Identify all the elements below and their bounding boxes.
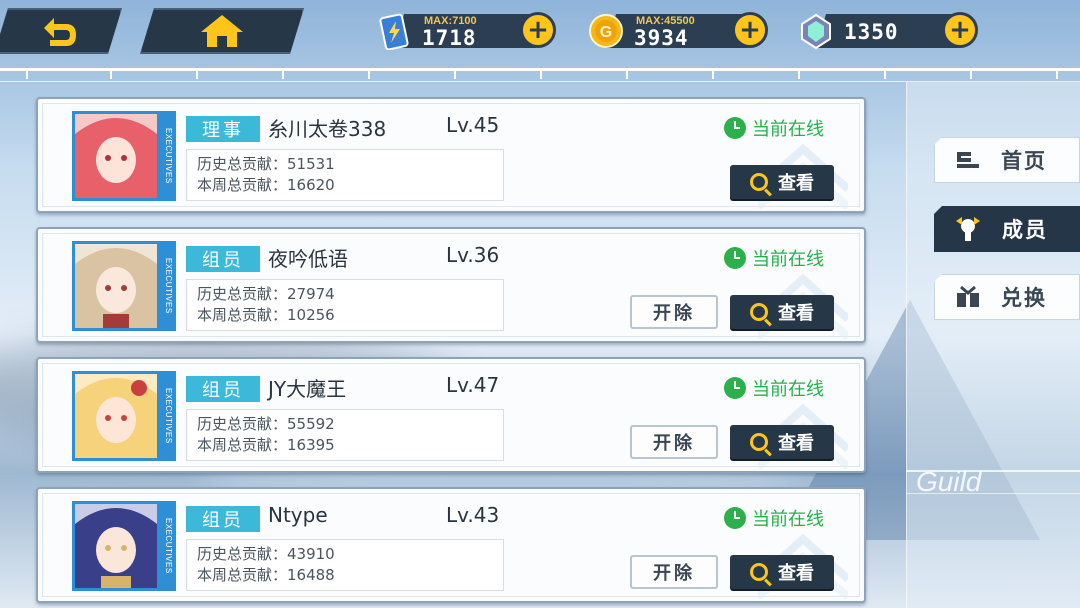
member-name: Ntype xyxy=(268,503,328,527)
online-status: 当前在线 xyxy=(724,115,824,141)
guild-watermark: Guild xyxy=(916,466,982,497)
add-energy-button[interactable]: + xyxy=(520,12,556,48)
member-card: EXECUTIVES 组员 夜吟低语 Lv.36 历史总贡献：27974 本周总… xyxy=(36,227,866,343)
member-level: Lv.45 xyxy=(446,113,500,137)
crystal-gem-icon xyxy=(796,11,836,51)
gold-value: 3934 xyxy=(634,26,689,50)
executives-badge: EXECUTIVES xyxy=(160,111,176,201)
member-role: 组员 xyxy=(186,246,260,272)
weekly-contribution: 本周总贡献：16488 xyxy=(197,566,335,584)
member-avatar[interactable] xyxy=(72,111,160,201)
clock-icon xyxy=(724,117,746,139)
back-arrow-icon xyxy=(36,14,80,48)
header-divider xyxy=(0,68,1080,82)
sidebar-item-home[interactable]: 首页 xyxy=(934,137,1080,183)
online-status: 当前在线 xyxy=(724,505,824,531)
energy-battery-icon xyxy=(374,11,414,51)
magnifier-icon xyxy=(750,303,768,321)
member-level: Lv.47 xyxy=(446,373,500,397)
member-level: Lv.43 xyxy=(446,503,500,527)
contribution-box: 历史总贡献：43910 本周总贡献：16488 xyxy=(186,539,504,591)
members-icon xyxy=(956,217,980,241)
member-level: Lv.36 xyxy=(446,243,500,267)
add-gold-button[interactable]: + xyxy=(732,12,768,48)
gem-value: 1350 xyxy=(844,20,899,44)
member-role: 组员 xyxy=(186,506,260,532)
home-icon xyxy=(199,13,245,49)
member-name: 夜吟低语 xyxy=(268,247,348,271)
exchange-icon xyxy=(957,285,979,307)
contribution-box: 历史总贡献：51531 本周总贡献：16620 xyxy=(186,149,504,201)
sidebar-item-label: 成员 xyxy=(1002,218,1048,242)
sidebar-item-label: 首页 xyxy=(1001,149,1047,173)
back-button[interactable] xyxy=(0,8,122,54)
member-name: 糸川太卷338 xyxy=(268,117,387,141)
executives-badge: EXECUTIVES xyxy=(160,371,176,461)
clock-icon xyxy=(724,507,746,529)
home-button[interactable] xyxy=(140,8,304,54)
member-card: EXECUTIVES 组员 Ntype Lv.43 历史总贡献：43910 本周… xyxy=(36,487,866,603)
contribution-box: 历史总贡献：55592 本周总贡献：16395 xyxy=(186,409,504,461)
member-avatar[interactable] xyxy=(72,371,160,461)
weekly-contribution: 本周总贡献：16620 xyxy=(197,176,335,194)
member-role: 组员 xyxy=(186,376,260,402)
gem-counter: 1350 + xyxy=(796,11,978,51)
member-card: EXECUTIVES 组员 JY大魔王 Lv.47 历史总贡献：55592 本周… xyxy=(36,357,866,473)
view-button[interactable]: 查看 xyxy=(730,295,834,329)
sidebar-item-label: 兑换 xyxy=(1001,286,1047,310)
kick-button[interactable]: 开除 xyxy=(630,295,718,329)
svg-text:G: G xyxy=(600,24,612,41)
energy-counter: MAX:7100 1718 + xyxy=(374,11,556,51)
view-button[interactable]: 查看 xyxy=(730,425,834,459)
history-contribution: 历史总贡献：27974 xyxy=(197,285,335,303)
magnifier-icon xyxy=(750,433,768,451)
view-button[interactable]: 查看 xyxy=(730,165,834,199)
history-contribution: 历史总贡献：43910 xyxy=(197,545,335,563)
member-avatar[interactable] xyxy=(72,501,160,591)
member-avatar[interactable] xyxy=(72,241,160,331)
flag-icon xyxy=(957,152,979,168)
clock-icon xyxy=(724,377,746,399)
executives-badge: EXECUTIVES xyxy=(160,501,176,591)
clock-icon xyxy=(724,247,746,269)
online-status: 当前在线 xyxy=(724,245,824,271)
history-contribution: 历史总贡献：55592 xyxy=(197,415,335,433)
executives-badge: EXECUTIVES xyxy=(160,241,176,331)
online-status: 当前在线 xyxy=(724,375,824,401)
weekly-contribution: 本周总贡献：10256 xyxy=(197,306,335,324)
member-role: 理事 xyxy=(186,116,260,142)
kick-button[interactable]: 开除 xyxy=(630,425,718,459)
sidebar-item-members[interactable]: 成员 xyxy=(934,206,1080,252)
weekly-contribution: 本周总贡献：16395 xyxy=(197,436,335,454)
gold-coin-icon: G xyxy=(586,11,626,51)
history-contribution: 历史总贡献：51531 xyxy=(197,155,335,173)
energy-value: 1718 xyxy=(422,26,477,50)
view-button[interactable]: 查看 xyxy=(730,555,834,589)
gold-counter: G MAX:45500 3934 + xyxy=(586,11,768,51)
kick-button[interactable]: 开除 xyxy=(630,555,718,589)
member-card: EXECUTIVES 理事 糸川太卷338 Lv.45 历史总贡献：51531 … xyxy=(36,97,866,213)
member-name: JY大魔王 xyxy=(268,377,347,401)
add-gems-button[interactable]: + xyxy=(942,12,978,48)
contribution-box: 历史总贡献：27974 本周总贡献：10256 xyxy=(186,279,504,331)
magnifier-icon xyxy=(750,173,768,191)
magnifier-icon xyxy=(750,563,768,581)
sidebar-item-exchange[interactable]: 兑换 xyxy=(934,274,1080,320)
